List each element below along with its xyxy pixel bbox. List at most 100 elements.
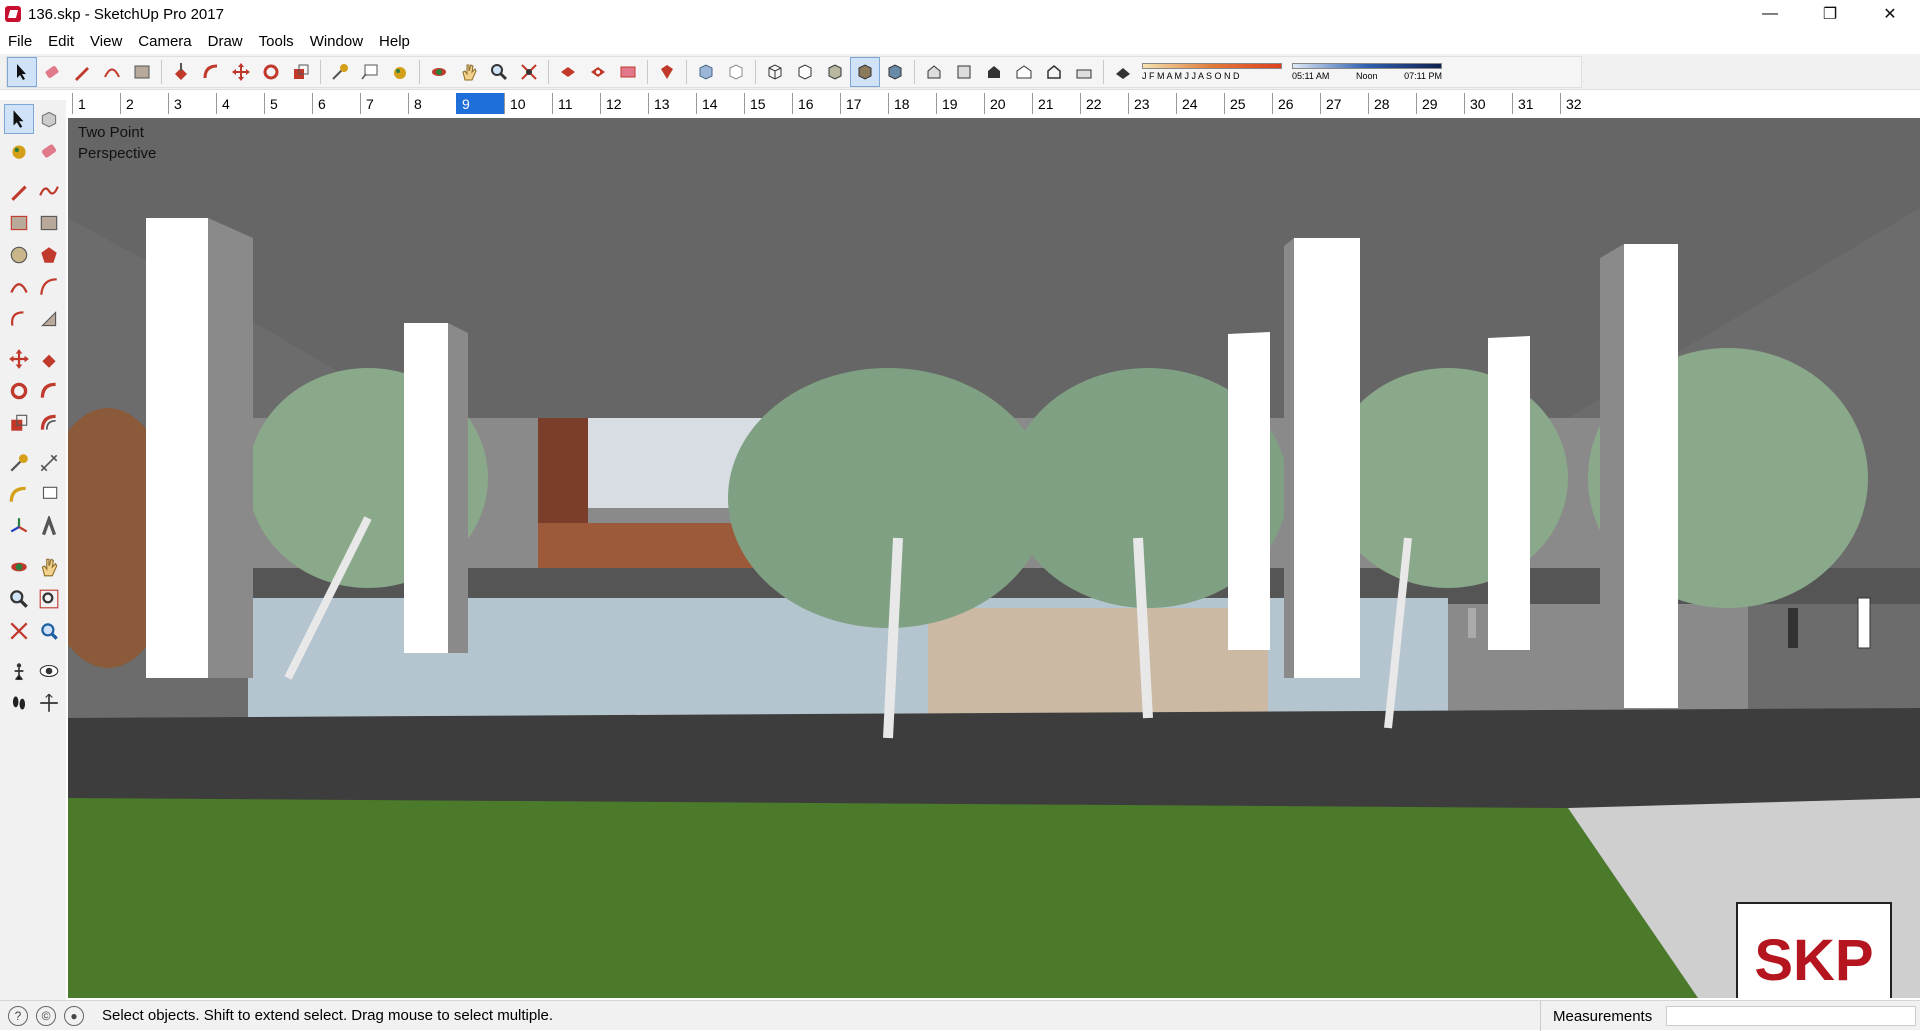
3d-text-palette-button[interactable] bbox=[34, 512, 64, 542]
zoom-extents-palette-button[interactable] bbox=[4, 616, 34, 646]
scene-tab-14[interactable]: 14 bbox=[696, 93, 744, 114]
menu-file[interactable]: File bbox=[0, 33, 40, 50]
walk-palette-button[interactable] bbox=[4, 688, 34, 718]
back-edges-style-button[interactable] bbox=[721, 57, 751, 87]
freehand-palette-button[interactable] bbox=[34, 176, 64, 206]
pan-tool-button[interactable] bbox=[454, 57, 484, 87]
right-view-button[interactable] bbox=[1009, 57, 1039, 87]
scene-tab-30[interactable]: 30 bbox=[1464, 93, 1512, 114]
look-around-palette-button[interactable] bbox=[34, 656, 64, 686]
zoom-extents-button[interactable] bbox=[514, 57, 544, 87]
scene-tab-2[interactable]: 2 bbox=[120, 93, 168, 114]
scene-tab-13[interactable]: 13 bbox=[648, 93, 696, 114]
line-palette-button[interactable] bbox=[4, 176, 34, 206]
menu-tools[interactable]: Tools bbox=[251, 33, 302, 50]
menu-view[interactable]: View bbox=[82, 33, 130, 50]
three-point-arc-palette-button[interactable] bbox=[4, 304, 34, 334]
scale-palette-button[interactable] bbox=[4, 408, 34, 438]
menu-camera[interactable]: Camera bbox=[130, 33, 199, 50]
scene-tab-5[interactable]: 5 bbox=[264, 93, 312, 114]
restore-button[interactable]: ❐ bbox=[1800, 0, 1860, 28]
tape-measure-tool-button[interactable] bbox=[325, 57, 355, 87]
make-component-button[interactable] bbox=[34, 104, 64, 134]
tape-measure-palette-button[interactable] bbox=[4, 448, 34, 478]
rotate-palette-button[interactable] bbox=[4, 376, 34, 406]
scene-tab-18[interactable]: 18 bbox=[888, 93, 936, 114]
hidden-line-style-button[interactable] bbox=[790, 57, 820, 87]
zoom-window-palette-button[interactable] bbox=[34, 584, 64, 614]
ruby-console-button[interactable] bbox=[652, 57, 682, 87]
xray-style-button[interactable] bbox=[691, 57, 721, 87]
select-tool-button[interactable] bbox=[7, 57, 37, 87]
follow-me-tool-button[interactable] bbox=[196, 57, 226, 87]
scene-tab-3[interactable]: 3 bbox=[168, 93, 216, 114]
section-plane-palette-button[interactable] bbox=[34, 688, 64, 718]
monochrome-style-button[interactable] bbox=[880, 57, 910, 87]
left-view-button[interactable] bbox=[1069, 57, 1099, 87]
rotate-tool-button[interactable] bbox=[256, 57, 286, 87]
scene-tab-22[interactable]: 22 bbox=[1080, 93, 1128, 114]
scene-tab-16[interactable]: 16 bbox=[792, 93, 840, 114]
scene-tab-26[interactable]: 26 bbox=[1272, 93, 1320, 114]
wireframe-style-button[interactable] bbox=[760, 57, 790, 87]
select-palette-button[interactable] bbox=[4, 104, 34, 134]
scene-tab-28[interactable]: 28 bbox=[1368, 93, 1416, 114]
zoom-palette-button[interactable] bbox=[4, 584, 34, 614]
credits-icon[interactable]: © bbox=[36, 1005, 56, 1026]
text-palette-button[interactable] bbox=[34, 480, 64, 510]
close-button[interactable]: ✕ bbox=[1860, 0, 1920, 28]
shadow-date-slider[interactable]: J F M A M J J A S O N D bbox=[1142, 57, 1282, 87]
eraser-palette-button[interactable] bbox=[34, 136, 64, 166]
arc-tool-button[interactable] bbox=[97, 57, 127, 87]
protractor-palette-button[interactable] bbox=[4, 480, 34, 510]
pie-palette-button[interactable] bbox=[34, 304, 64, 334]
scene-tab-6[interactable]: 6 bbox=[312, 93, 360, 114]
shaded-style-button[interactable] bbox=[820, 57, 850, 87]
scene-tab-31[interactable]: 31 bbox=[1512, 93, 1560, 114]
two-point-arc-palette-button[interactable] bbox=[34, 272, 64, 302]
paint-bucket-tool-button[interactable] bbox=[385, 57, 415, 87]
axes-palette-button[interactable] bbox=[4, 512, 34, 542]
front-view-button[interactable] bbox=[979, 57, 1009, 87]
shadow-time-slider[interactable]: 05:11 AM Noon 07:11 PM bbox=[1292, 57, 1442, 87]
move-tool-button[interactable] bbox=[226, 57, 256, 87]
scene-tab-24[interactable]: 24 bbox=[1176, 93, 1224, 114]
scene-tab-7[interactable]: 7 bbox=[360, 93, 408, 114]
shaded-textures-style-button[interactable] bbox=[850, 57, 880, 87]
extension-warehouse-button[interactable] bbox=[613, 57, 643, 87]
zoom-tool-button[interactable] bbox=[484, 57, 514, 87]
share-model-button[interactable] bbox=[583, 57, 613, 87]
scale-tool-button[interactable] bbox=[286, 57, 316, 87]
scene-tab-11[interactable]: 11 bbox=[552, 93, 600, 114]
position-camera-palette-button[interactable] bbox=[4, 656, 34, 686]
scene-tab-10[interactable]: 10 bbox=[504, 93, 552, 114]
push-pull-tool-button[interactable] bbox=[166, 57, 196, 87]
user-account-icon[interactable]: ● bbox=[64, 1005, 84, 1026]
scene-tab-15[interactable]: 15 bbox=[744, 93, 792, 114]
3d-warehouse-button[interactable] bbox=[553, 57, 583, 87]
scene-tab-9[interactable]: 9 bbox=[456, 93, 504, 114]
measurements-input[interactable] bbox=[1666, 1006, 1916, 1026]
eraser-tool-button[interactable] bbox=[37, 57, 67, 87]
scene-tab-20[interactable]: 20 bbox=[984, 93, 1032, 114]
scene-tab-29[interactable]: 29 bbox=[1416, 93, 1464, 114]
offset-palette-button[interactable] bbox=[34, 408, 64, 438]
line-tool-button[interactable] bbox=[67, 57, 97, 87]
orbit-tool-button[interactable] bbox=[424, 57, 454, 87]
follow-me-palette-button[interactable] bbox=[34, 376, 64, 406]
scene-tab-1[interactable]: 1 bbox=[72, 93, 120, 114]
menu-help[interactable]: Help bbox=[371, 33, 418, 50]
model-viewport[interactable]: Two Point Perspective SKP bbox=[68, 118, 1920, 998]
move-palette-button[interactable] bbox=[4, 344, 34, 374]
rectangle-palette-button[interactable] bbox=[4, 208, 34, 238]
date-slider-track[interactable] bbox=[1142, 63, 1282, 69]
rotated-rectangle-palette-button[interactable] bbox=[34, 208, 64, 238]
scene-tab-27[interactable]: 27 bbox=[1320, 93, 1368, 114]
previous-view-palette-button[interactable] bbox=[34, 616, 64, 646]
geolocation-icon[interactable]: ? bbox=[8, 1005, 28, 1026]
scene-tab-17[interactable]: 17 bbox=[840, 93, 888, 114]
scene-tab-19[interactable]: 19 bbox=[936, 93, 984, 114]
scene-tab-12[interactable]: 12 bbox=[600, 93, 648, 114]
push-pull-palette-button[interactable] bbox=[34, 344, 64, 374]
scene-tab-32[interactable]: 32 bbox=[1560, 93, 1608, 114]
